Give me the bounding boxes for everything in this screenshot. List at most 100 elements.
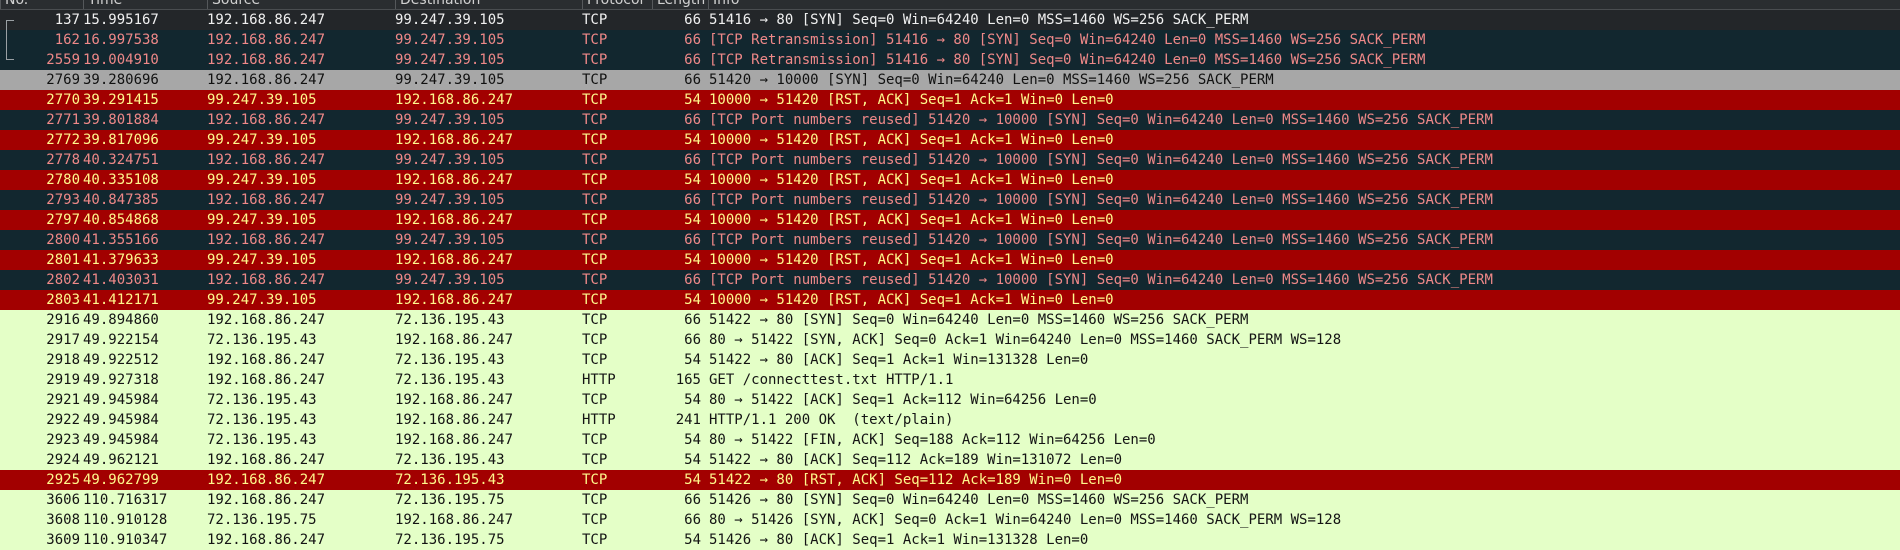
packet-protocol: TCP [582, 32, 608, 48]
packet-source: 192.168.86.247 [207, 232, 326, 248]
packet-source: 192.168.86.247 [207, 72, 326, 88]
packet-source: 192.168.86.247 [207, 152, 326, 168]
packet-protocol: TCP [582, 192, 608, 208]
packet-time: 49.894860 [83, 312, 159, 328]
packet-length: 54 [684, 452, 701, 468]
packet-protocol: TCP [582, 112, 608, 128]
packet-info: 80 → 51426 [SYN, ACK] Seq=0 Ack=1 Win=64… [709, 512, 1342, 528]
packet-row[interactable]: 2780 40.335108 99.247.39.105 192.168.86.247… [0, 170, 1900, 190]
column-header-protocol[interactable]: Protocol [582, 0, 652, 9]
column-header-no[interactable]: No. [0, 0, 83, 9]
packet-number: 2770 [46, 92, 80, 108]
packet-row[interactable]: 2924 49.962121 192.168.86.247 72.136.195.43… [0, 450, 1900, 470]
packet-number: 2800 [46, 232, 80, 248]
packet-row[interactable]: 2559 19.004910 192.168.86.247 99.247.39.105… [0, 50, 1900, 70]
packet-source: 192.168.86.247 [207, 32, 326, 48]
packet-row[interactable]: 2802 41.403031 192.168.86.247 99.247.39.105… [0, 270, 1900, 290]
packet-time: 41.403031 [83, 272, 159, 288]
packet-destination: 72.136.195.43 [395, 452, 505, 468]
packet-length: 66 [684, 112, 701, 128]
packet-length: 54 [684, 352, 701, 368]
column-header-length[interactable]: Length [652, 0, 708, 9]
packet-number: 2922 [46, 412, 80, 428]
packet-destination: 99.247.39.105 [395, 32, 505, 48]
packet-row[interactable]: 2918 49.922512 192.168.86.247 72.136.195.43… [0, 350, 1900, 370]
packet-destination: 99.247.39.105 [395, 192, 505, 208]
packet-protocol: TCP [582, 212, 608, 228]
packet-destination: 192.168.86.247 [395, 512, 514, 528]
packet-row[interactable]: 2770 39.291415 99.247.39.105 192.168.86.247… [0, 90, 1900, 110]
related-packet-bracket-icon [6, 20, 14, 30]
packet-time: 49.945984 [83, 412, 159, 428]
packet-info: [TCP Port numbers reused] 51420 → 10000 … [709, 232, 1493, 248]
packet-row[interactable]: 162 16.997538 192.168.86.247 99.247.39.105 T… [0, 30, 1900, 50]
packet-row[interactable]: 2925 49.962799 192.168.86.247 72.136.195.43… [0, 470, 1900, 490]
packet-time: 49.922154 [83, 332, 159, 348]
packet-row[interactable]: 2778 40.324751 192.168.86.247 99.247.39.105… [0, 150, 1900, 170]
packet-protocol: TCP [582, 272, 608, 288]
related-packet-bracket-icon [6, 50, 14, 60]
packet-destination: 99.247.39.105 [395, 52, 505, 68]
packet-row[interactable]: 2921 49.945984 72.136.195.43 192.168.86.247… [0, 390, 1900, 410]
packet-length: 66 [684, 312, 701, 328]
packet-protocol: TCP [582, 92, 608, 108]
column-header-source[interactable]: Source [207, 0, 395, 9]
packet-protocol: TCP [582, 532, 608, 548]
packet-length: 66 [684, 32, 701, 48]
packet-row[interactable]: 3606 110.716317 192.168.86.247 72.136.195.7… [0, 490, 1900, 510]
packet-row[interactable]: 2801 41.379633 99.247.39.105 192.168.86.247… [0, 250, 1900, 270]
column-header-destination[interactable]: Destination [395, 0, 582, 9]
packet-source: 192.168.86.247 [207, 452, 326, 468]
packet-length: 66 [684, 512, 701, 528]
packet-time: 40.854868 [83, 212, 159, 228]
packet-row[interactable]: 2793 40.847385 192.168.86.247 99.247.39.105… [0, 190, 1900, 210]
packet-protocol: TCP [582, 12, 608, 28]
packet-row[interactable]: 2919 49.927318 192.168.86.247 72.136.195.43… [0, 370, 1900, 390]
packet-row[interactable]: 2797 40.854868 99.247.39.105 192.168.86.247… [0, 210, 1900, 230]
packet-row[interactable]: 2772 39.817096 99.247.39.105 192.168.86.247… [0, 130, 1900, 150]
packet-row[interactable]: 2771 39.801884 192.168.86.247 99.247.39.105… [0, 110, 1900, 130]
packet-row[interactable]: 2917 49.922154 72.136.195.43 192.168.86.247… [0, 330, 1900, 350]
packet-time: 39.817096 [83, 132, 159, 148]
packet-source: 192.168.86.247 [207, 272, 326, 288]
packet-time: 39.801884 [83, 112, 159, 128]
packet-row[interactable]: 2916 49.894860 192.168.86.247 72.136.195.43… [0, 310, 1900, 330]
packet-time: 41.379633 [83, 252, 159, 268]
packet-row[interactable]: 2769 39.280696 192.168.86.247 99.247.39.105… [0, 70, 1900, 90]
packet-info: 51422 → 80 [RST, ACK] Seq=112 Ack=189 Wi… [709, 472, 1123, 488]
packet-number: 2924 [46, 452, 80, 468]
packet-time: 19.004910 [83, 52, 159, 68]
packet-row[interactable]: 2803 41.412171 99.247.39.105 192.168.86.247… [0, 290, 1900, 310]
packet-length: 66 [684, 272, 701, 288]
packet-destination: 192.168.86.247 [395, 252, 514, 268]
packet-row[interactable]: 2922 49.945984 72.136.195.43 192.168.86.247… [0, 410, 1900, 430]
packet-info: [TCP Port numbers reused] 51420 → 10000 … [709, 112, 1493, 128]
packet-time: 16.997538 [83, 32, 159, 48]
packet-row[interactable]: 2800 41.355166 192.168.86.247 99.247.39.105… [0, 230, 1900, 250]
packet-protocol: HTTP [582, 412, 616, 428]
packet-length: 66 [684, 52, 701, 68]
packet-number: 2802 [46, 272, 80, 288]
packet-protocol: TCP [582, 352, 608, 368]
packet-source: 99.247.39.105 [207, 252, 317, 268]
packet-info: HTTP/1.1 200 OK (text/plain) [709, 412, 954, 428]
packet-number: 137 [54, 12, 80, 28]
packet-source: 192.168.86.247 [207, 112, 326, 128]
packet-time: 49.945984 [83, 392, 159, 408]
packet-row[interactable]: 137 15.995167 192.168.86.247 99.247.39.105 T… [0, 10, 1900, 30]
packet-row[interactable]: 3608 110.910128 72.136.195.75 192.168.86.24… [0, 510, 1900, 530]
packet-destination: 72.136.195.43 [395, 372, 505, 388]
packet-row[interactable]: 3609 110.910347 192.168.86.247 72.136.195.7… [0, 530, 1900, 550]
packet-length: 66 [684, 232, 701, 248]
packet-protocol: TCP [582, 252, 608, 268]
packet-row[interactable]: 2923 49.945984 72.136.195.43 192.168.86.247… [0, 430, 1900, 450]
packet-protocol: TCP [582, 152, 608, 168]
packet-destination: 72.136.195.75 [395, 532, 505, 548]
column-header-time[interactable]: Time [83, 0, 207, 9]
packet-info: 10000 → 51420 [RST, ACK] Seq=1 Ack=1 Win… [709, 172, 1114, 188]
packet-source: 192.168.86.247 [207, 192, 326, 208]
column-header-info[interactable]: Info [708, 0, 1900, 9]
packet-info: GET /connecttest.txt HTTP/1.1 [709, 372, 954, 388]
packet-source: 192.168.86.247 [207, 312, 326, 328]
packet-info: 80 → 51422 [SYN, ACK] Seq=0 Ack=1 Win=64… [709, 332, 1342, 348]
